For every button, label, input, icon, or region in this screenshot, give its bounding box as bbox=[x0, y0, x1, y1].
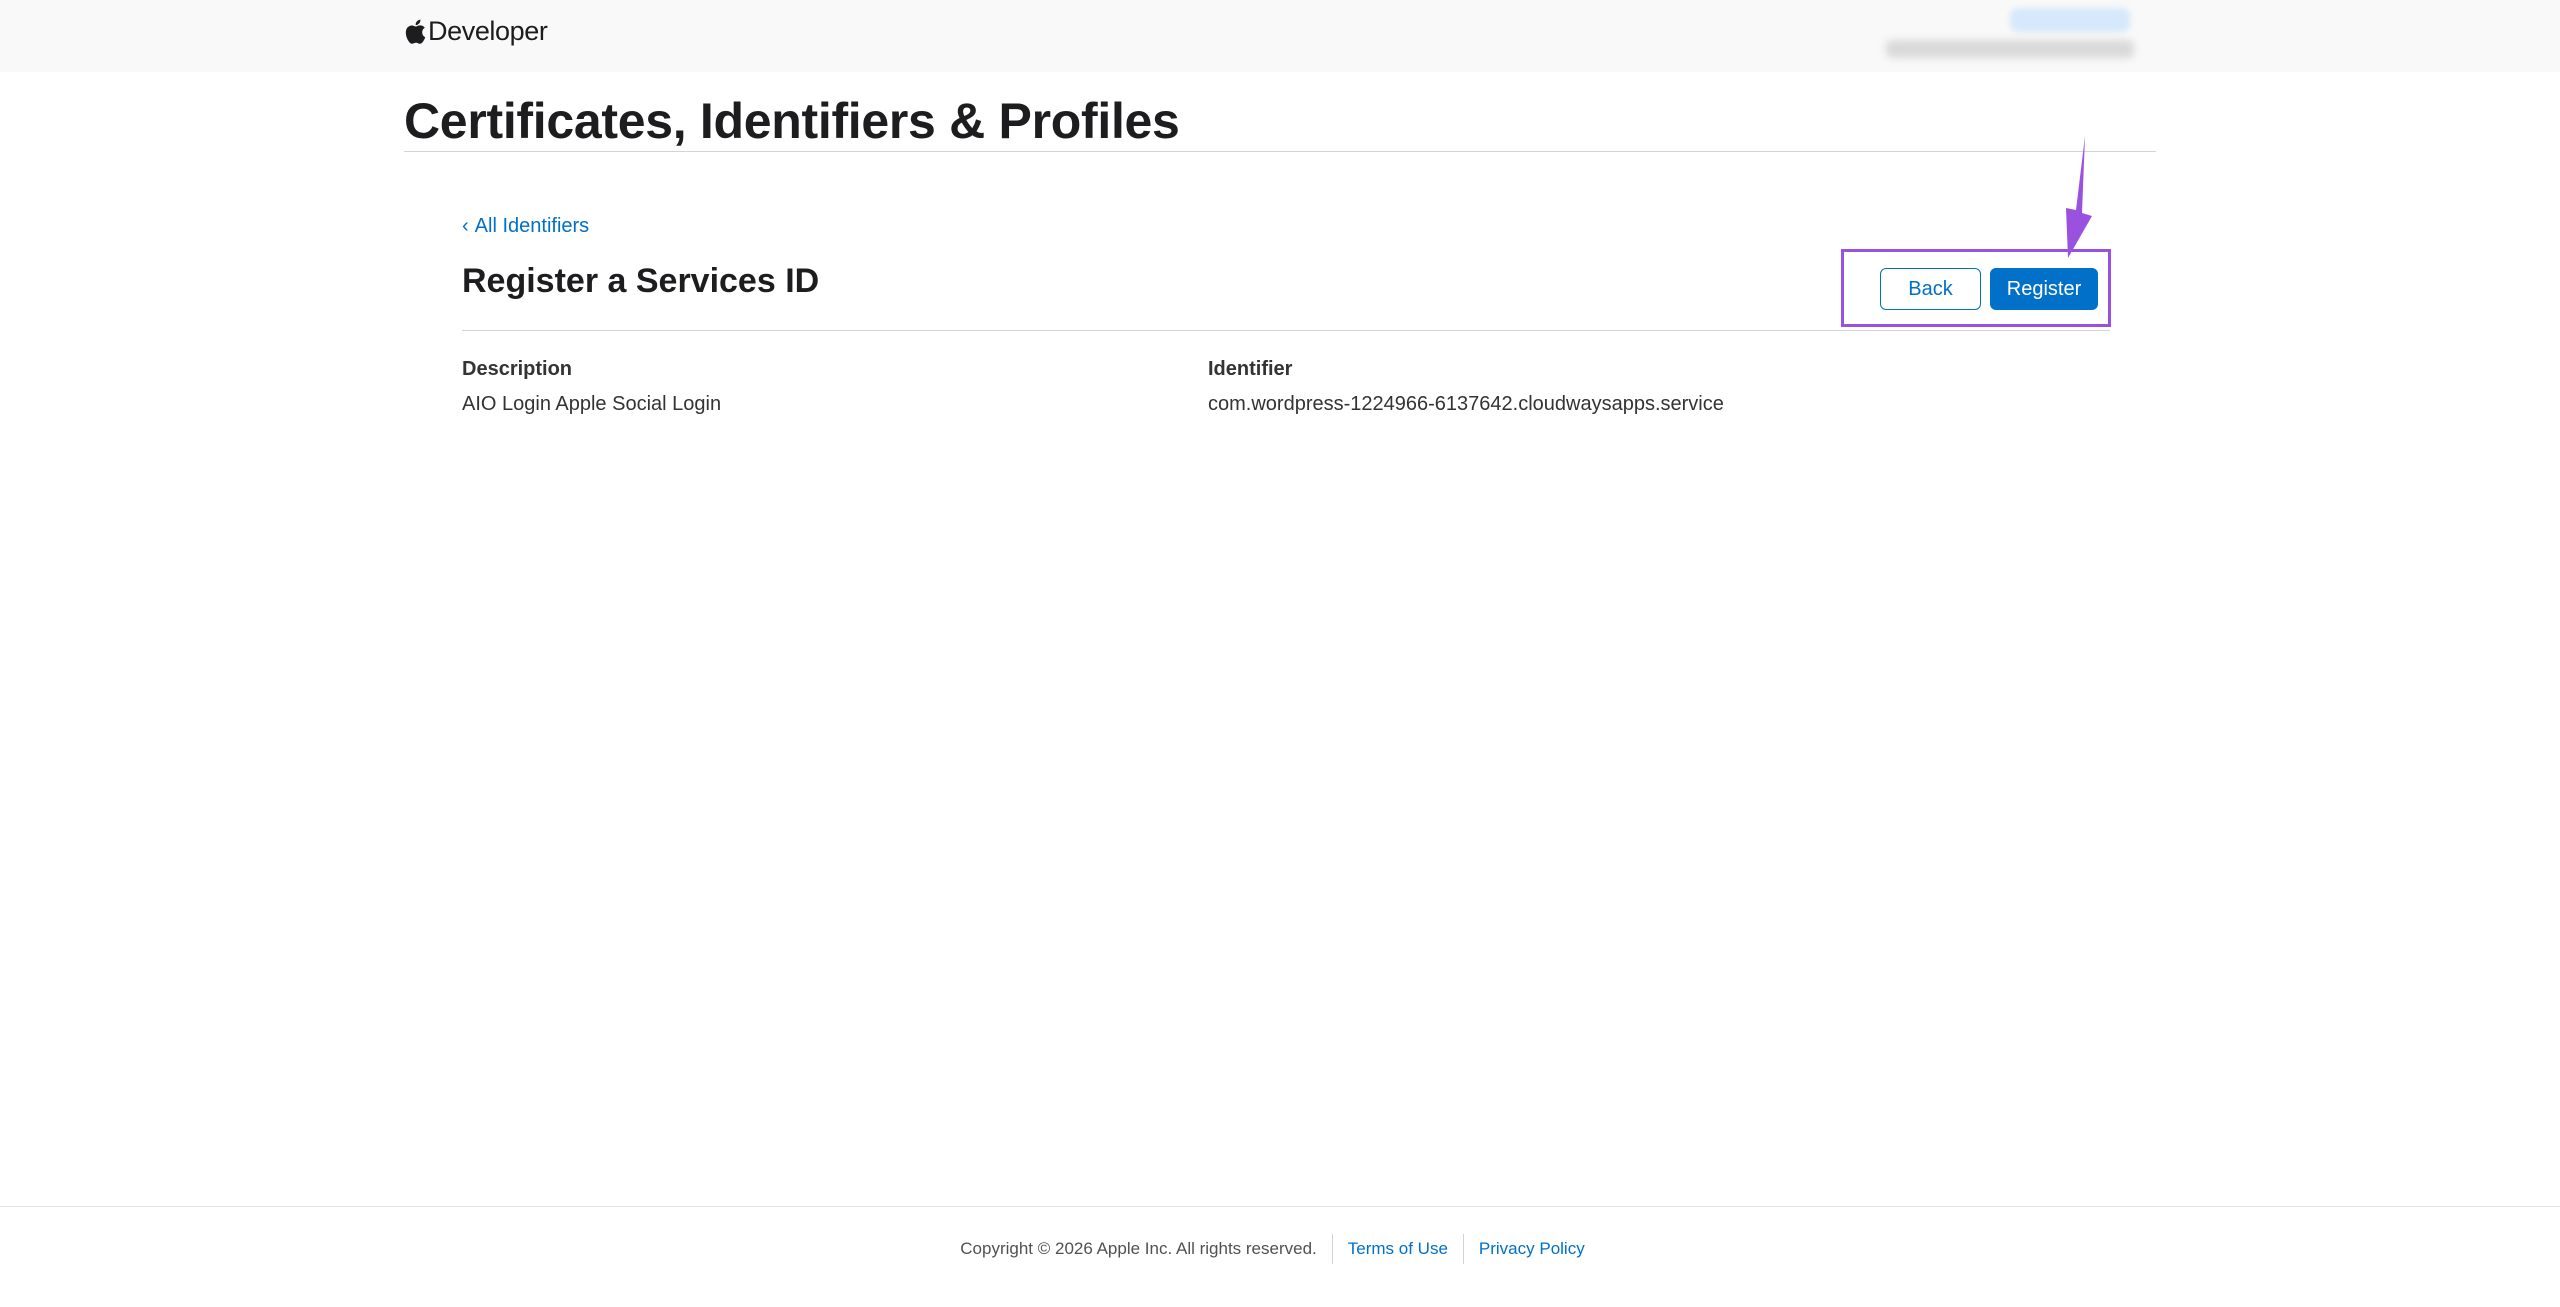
all-identifiers-link[interactable]: ‹ All Identifiers bbox=[462, 215, 589, 238]
copyright-text: Copyright © 2026 Apple Inc. All rights r… bbox=[960, 1239, 1317, 1258]
page-title: Certificates, Identifiers & Profiles bbox=[404, 93, 1180, 149]
account-menu[interactable] bbox=[1882, 8, 2142, 64]
brand-name: Developer bbox=[428, 15, 548, 46]
identifier-field: Identifier com.wordpress-1224966-6137642… bbox=[1208, 358, 1724, 416]
annotation-arrow-icon bbox=[2066, 136, 2092, 258]
back-button[interactable]: Back bbox=[1880, 268, 1981, 310]
footer-divider bbox=[0, 1206, 2560, 1207]
section-divider bbox=[462, 330, 2110, 331]
all-identifiers-label: All Identifiers bbox=[474, 215, 590, 237]
identifier-value: com.wordpress-1224966-6137642.cloudwaysa… bbox=[1208, 393, 1724, 415]
description-label: Description bbox=[462, 358, 573, 380]
description-value: AIO Login Apple Social Login bbox=[462, 393, 722, 415]
description-field: Description AIO Login Apple Social Login bbox=[462, 358, 721, 416]
terms-of-use-link[interactable]: Terms of Use bbox=[1331, 1234, 1463, 1264]
developer-home-link[interactable]: Developer bbox=[404, 14, 548, 48]
register-button[interactable]: Register bbox=[1990, 268, 2098, 310]
title-divider bbox=[404, 151, 2156, 152]
global-nav: Developer bbox=[0, 0, 2560, 72]
privacy-policy-link[interactable]: Privacy Policy bbox=[1462, 1234, 1600, 1264]
chevron-left-icon: ‹ bbox=[462, 215, 469, 237]
account-name-redacted bbox=[1886, 40, 2134, 58]
footer: Copyright © 2026 Apple Inc. All rights r… bbox=[0, 1233, 2560, 1265]
section-title: Register a Services ID bbox=[462, 262, 820, 300]
identifier-label: Identifier bbox=[1208, 358, 1293, 380]
apple-logo-icon bbox=[405, 19, 426, 44]
account-button-redacted[interactable] bbox=[2010, 8, 2130, 32]
